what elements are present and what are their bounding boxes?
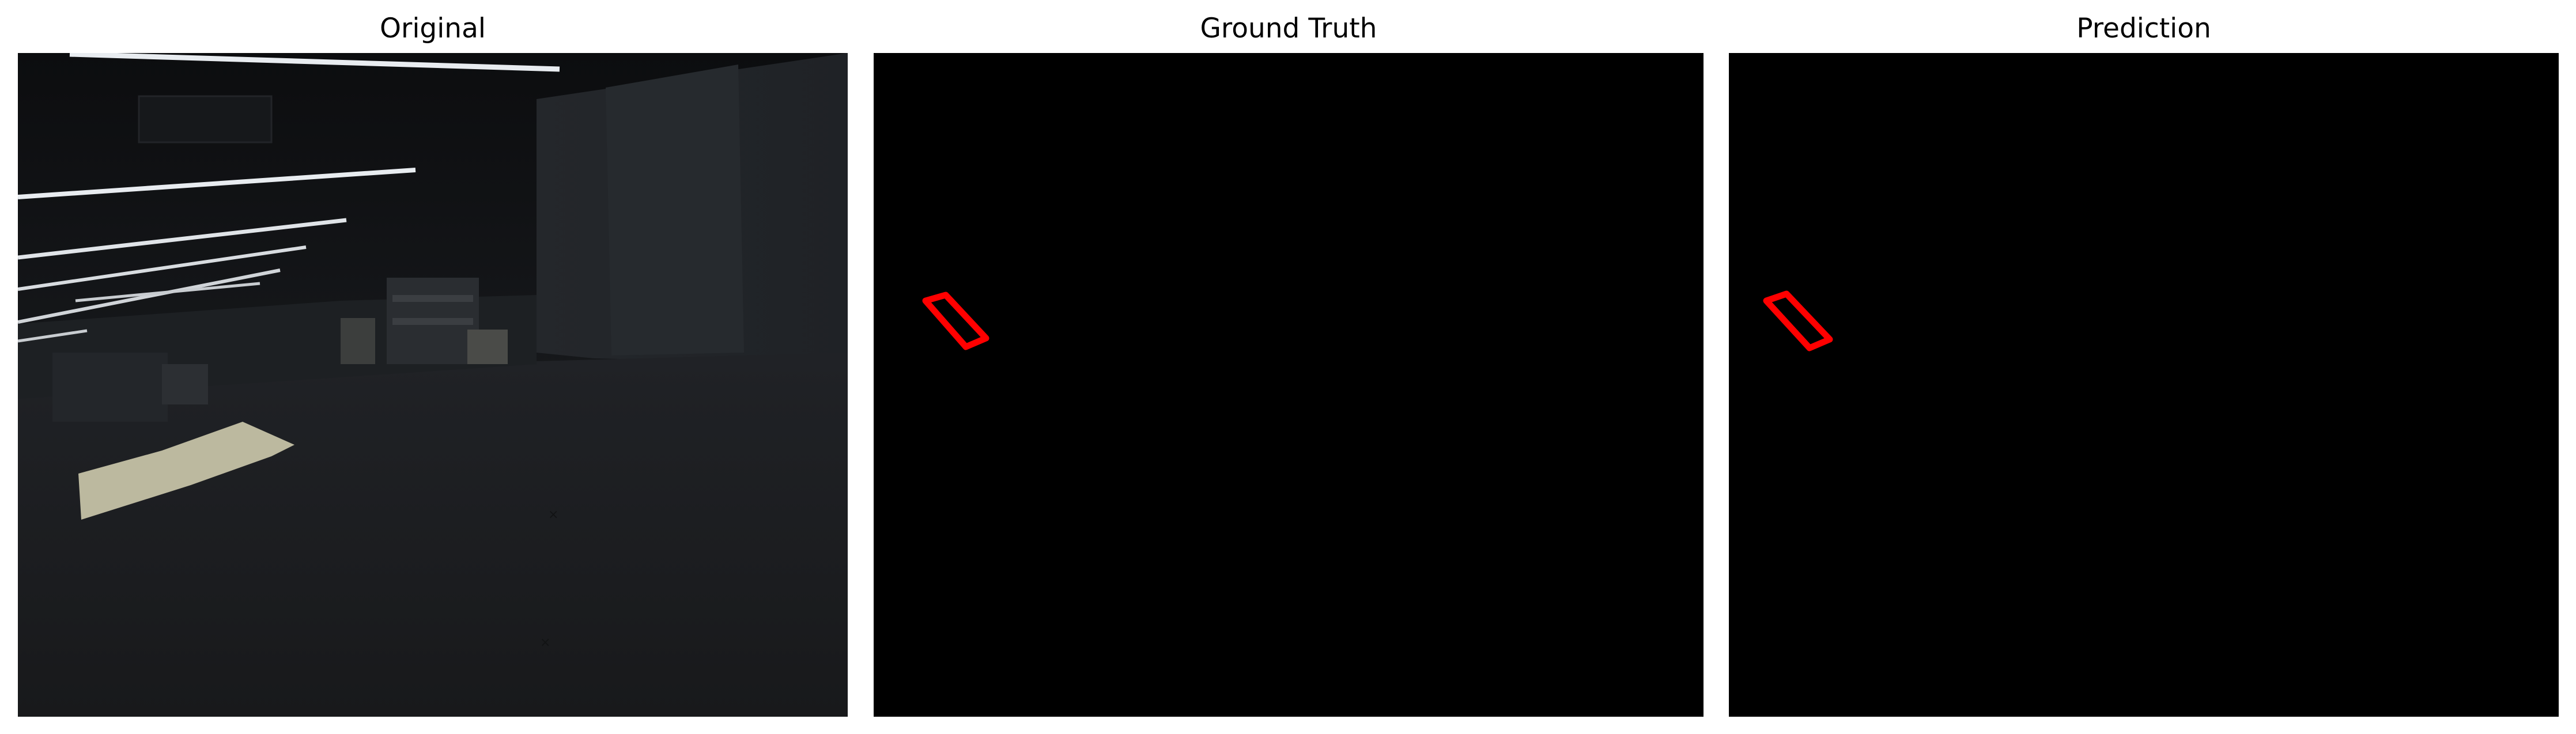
box <box>467 330 508 364</box>
prediction-mask-panel <box>1729 53 2559 717</box>
original-image-panel: × × <box>18 53 848 717</box>
white-box <box>341 318 375 364</box>
ground-truth-mask-panel <box>874 53 1704 717</box>
panel-title-ground-truth: Ground Truth <box>1200 13 1377 44</box>
wall-panel <box>606 65 744 355</box>
mask-background <box>874 53 1704 717</box>
ceiling-vent <box>138 95 273 143</box>
ground-truth-mask <box>874 53 1704 717</box>
mask-background <box>1729 53 2559 717</box>
panel-title-prediction: Prediction <box>2076 13 2211 44</box>
original-photo: × × <box>18 53 848 717</box>
left-shelf <box>52 353 168 422</box>
svg-text:×: × <box>548 508 558 522</box>
svg-text:×: × <box>540 635 550 650</box>
prediction-mask <box>1729 53 2559 717</box>
panel-title-original: Original <box>380 13 486 44</box>
